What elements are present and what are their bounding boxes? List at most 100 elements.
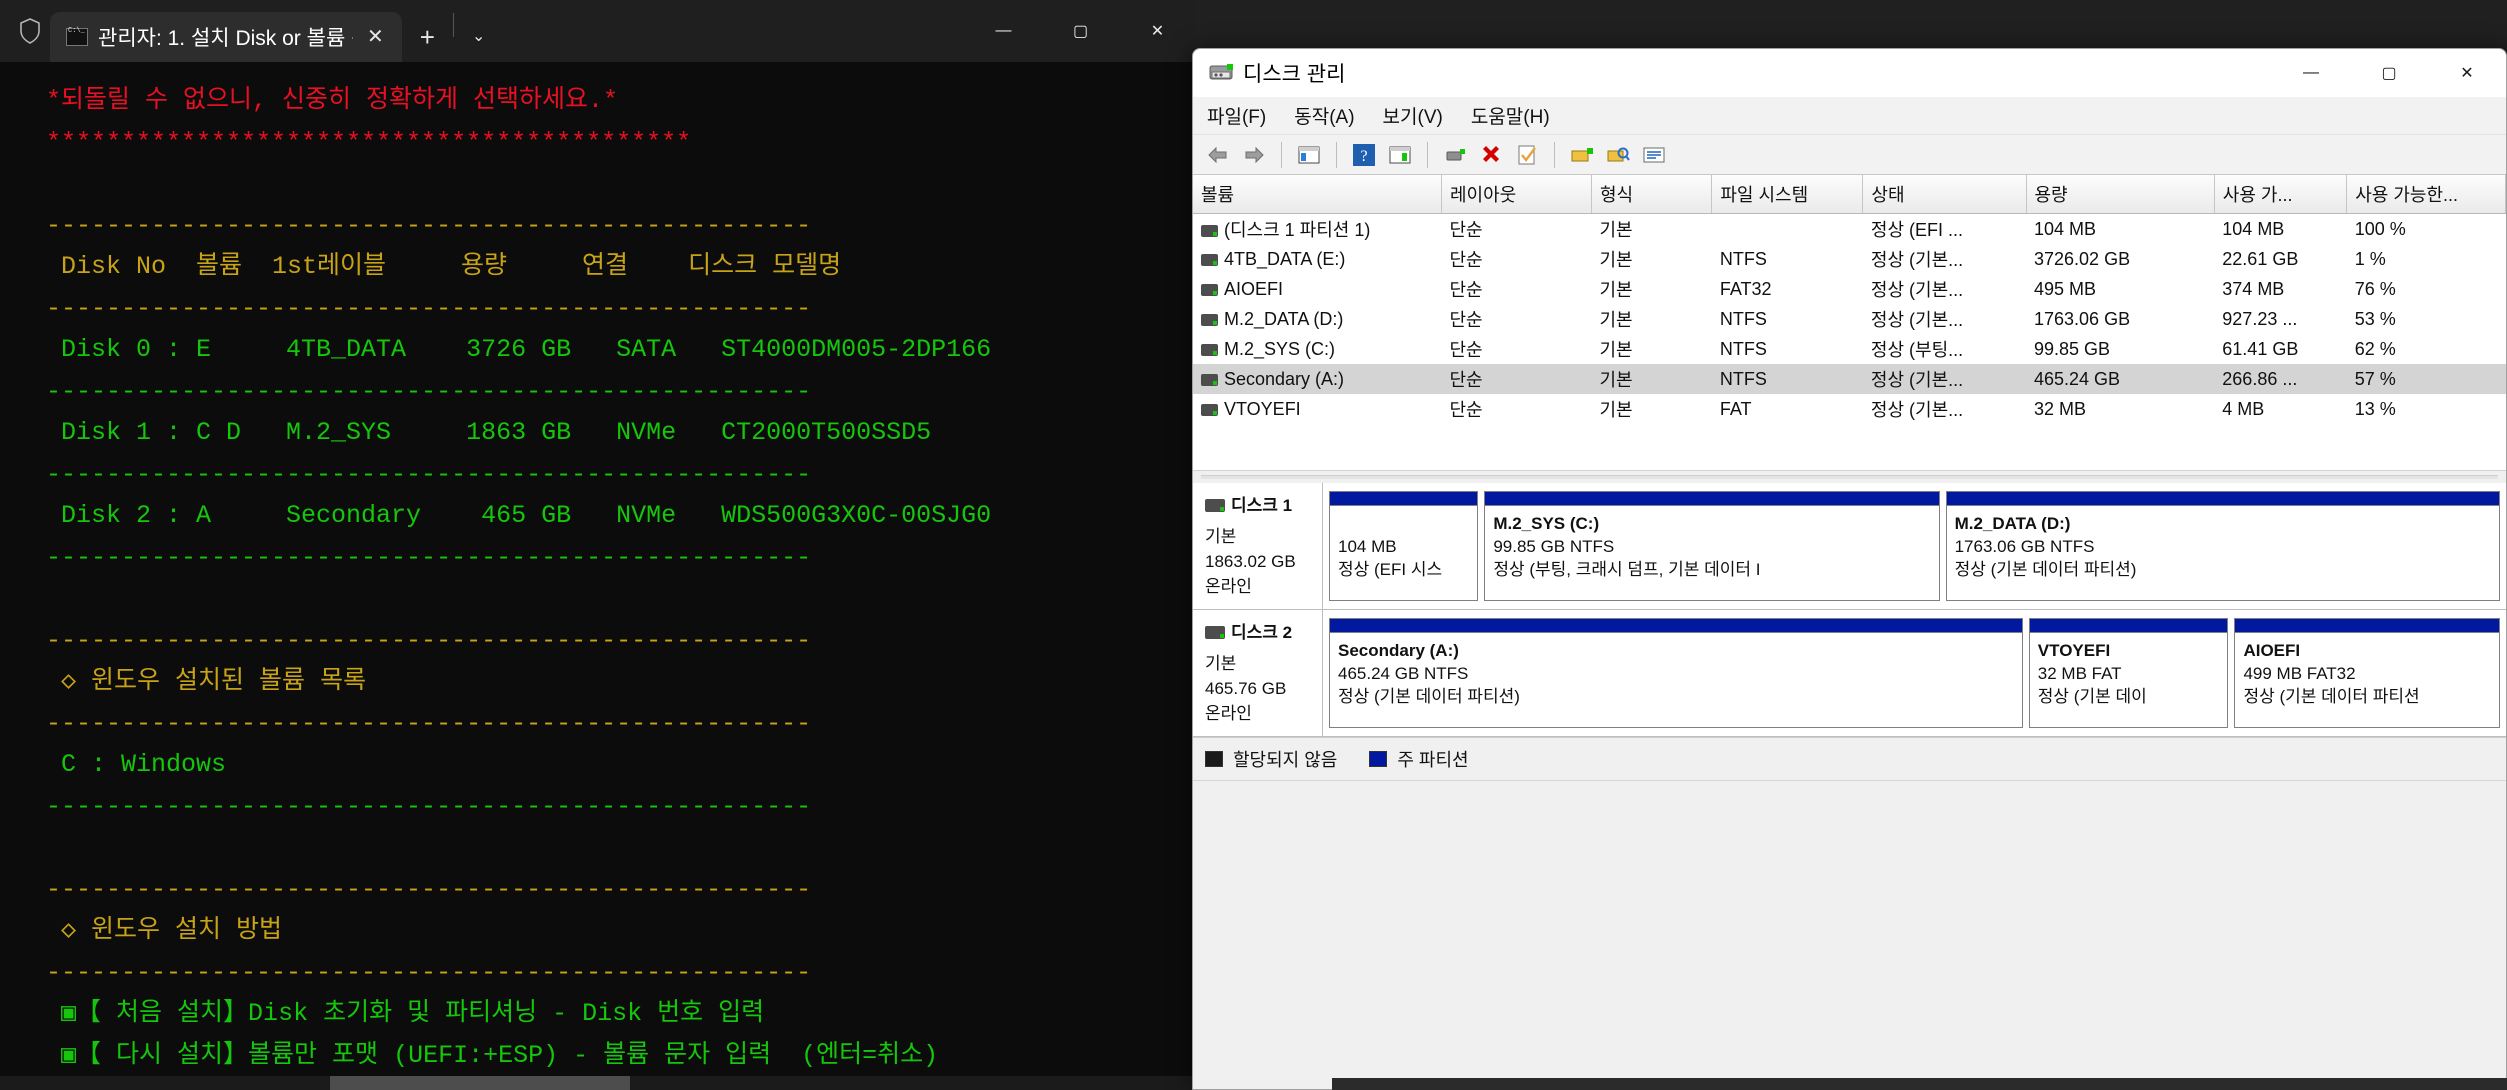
terminal-line: ◇ 윈도우 설치된 볼륨 목록 xyxy=(46,667,367,696)
divider xyxy=(1281,141,1282,168)
table-row[interactable]: (디스크 1 파티션 1) 단순 기본 정상 (EFI ... 104 MB 104 MB… xyxy=(1193,214,2506,245)
column-header[interactable]: 레이아웃 xyxy=(1441,175,1592,214)
table-row[interactable]: 4TB_DATA (E:) 단순 기본 NTFS 정상 (기본... 3726.02 GB… xyxy=(1193,244,2506,274)
legend-swatch-unalloc xyxy=(1205,751,1223,767)
pane-splitter[interactable] xyxy=(1193,471,2506,483)
legend-label: 주 파티션 xyxy=(1397,750,1469,770)
help-icon[interactable]: ? xyxy=(1349,140,1379,170)
partition-block[interactable]: 104 MB 정상 (EFI 시스 xyxy=(1329,491,1479,601)
list-icon[interactable] xyxy=(1639,140,1669,170)
column-header[interactable]: 사용 가능한... xyxy=(2346,175,2506,214)
minimize-button[interactable]: — xyxy=(965,0,1042,62)
table-header-row[interactable]: 볼륨 레이아웃 형식 파일 시스템 상태 용량 사용 가... 사용 가능한... xyxy=(1193,175,2506,214)
volume-name-cell: M.2_SYS (C:) xyxy=(1193,334,1441,364)
close-icon[interactable]: ✕ xyxy=(363,27,388,47)
properties-icon[interactable] xyxy=(1440,140,1470,170)
column-header[interactable]: 사용 가... xyxy=(2214,175,2348,214)
partition-line-0: VTOYEFI xyxy=(2037,641,2111,660)
cell-capacity: 1763.06 GB xyxy=(2034,308,2131,329)
table-row[interactable]: AIOEFI 단순 기본 FAT32 정상 (기본... 495 MB 374 MB 76 % xyxy=(1193,274,2506,304)
cell-free: 4 MB xyxy=(2222,398,2265,419)
maximize-button[interactable]: ▢ xyxy=(2350,49,2428,97)
menu-item-3[interactable]: 도움말(H) xyxy=(1471,102,1550,129)
column-header[interactable]: 볼륨 xyxy=(1193,175,1442,214)
disk-management-window: 디스크 관리 — ▢ ✕ 파일(F) 동작(A) 보기(V) 도움말(H) ? xyxy=(1192,48,2507,1090)
disk-info[interactable]: 디스크 2 기본 465.76 GB 온라인 xyxy=(1193,610,1323,736)
new-volume-icon[interactable] xyxy=(1567,140,1597,170)
table-row[interactable]: Secondary (A:) 단순 기본 NTFS 정상 (기본... 465.24 GB… xyxy=(1193,364,2506,394)
column-header[interactable]: 형식 xyxy=(1591,175,1713,214)
terminal-line: ----------------------------------------… xyxy=(46,957,812,987)
menu-item-0[interactable]: 파일(F) xyxy=(1207,102,1266,129)
cell-status: 정상 (기본... xyxy=(1870,250,1964,270)
terminal-line: ----------------------------------------… xyxy=(46,210,812,240)
partition-color-bar xyxy=(1330,619,2022,633)
disk-graphical-view[interactable]: 디스크 1 기본 1863.02 GB 온라인 104 MB 정상 (EFI 시스 M.2… xyxy=(1193,483,2506,737)
up-level-icon[interactable] xyxy=(1294,140,1324,170)
partition-block[interactable]: AIOEFI 499 MB FAT32 정상 (기본 데이터 파티션 xyxy=(2234,618,2500,728)
cell-fs: FAT32 xyxy=(1719,278,1772,299)
terminal-horizontal-scrollbar[interactable] xyxy=(0,1076,1196,1090)
delete-icon[interactable] xyxy=(1476,140,1506,170)
table-row[interactable]: M.2_SYS (C:) 단순 기본 NTFS 정상 (부팅... 99.85 GB 61.… xyxy=(1193,334,2506,364)
chevron-down-icon[interactable]: ⌄ xyxy=(454,12,503,62)
column-header[interactable]: 상태 xyxy=(1862,175,2027,214)
volume-label: VTOYEFI xyxy=(1224,398,1301,419)
cell-layout: 단순 xyxy=(1441,364,1592,394)
column-header[interactable]: 파일 시스템 xyxy=(1711,175,1864,214)
terminal-line: ----------------------------------------… xyxy=(46,376,812,406)
partition-text: AIOEFI 499 MB FAT32 정상 (기본 데이터 파티션 xyxy=(2235,633,2499,714)
show-pane-icon[interactable] xyxy=(1385,140,1415,170)
cell-type: 기본 xyxy=(1599,400,1633,420)
inspect-icon[interactable] xyxy=(1603,140,1633,170)
disk-row[interactable]: 디스크 1 기본 1863.02 GB 온라인 104 MB 정상 (EFI 시스 M.2… xyxy=(1193,483,2506,610)
cell-type: 기본 xyxy=(1599,220,1633,240)
terminal-line: Disk 1 : C D M.2_SYS 1863 GB NVMe CT2000… xyxy=(46,418,932,447)
partition-text: M.2_DATA (D:) 1763.06 GB NTFS 정상 (기본 데이터 파… xyxy=(1947,506,2499,587)
minimize-button[interactable]: — xyxy=(2272,49,2350,97)
partition-line-0: M.2_DATA (D:) xyxy=(1954,514,2071,533)
menu-item-2[interactable]: 보기(V) xyxy=(1383,102,1443,129)
partition-color-bar xyxy=(1330,492,1478,506)
cell-capacity: 465.24 GB xyxy=(2026,364,2215,394)
disk-row[interactable]: 디스크 2 기본 465.76 GB 온라인 Secondary (A:) 465.24 … xyxy=(1193,610,2506,737)
check-icon[interactable] xyxy=(1512,140,1542,170)
disk-icon xyxy=(1205,626,1225,639)
terminal-output[interactable]: *되돌릴 수 없으니, 신중히 정확하게 선택하세요.* ************… xyxy=(0,62,1196,1090)
close-button[interactable]: ✕ xyxy=(1119,0,1196,62)
partition-block[interactable]: M.2_DATA (D:) 1763.06 GB NTFS 정상 (기본 데이터 파… xyxy=(1945,491,2500,601)
table-body[interactable]: (디스크 1 파티션 1) 단순 기본 정상 (EFI ... 104 MB 104 MB… xyxy=(1193,214,2506,425)
maximize-button[interactable]: ▢ xyxy=(1042,0,1119,62)
partition-line-2: 정상 (기본 데이터 파티션) xyxy=(1954,560,2137,579)
terminal-tab[interactable]: 관리자: 1. 설치 Disk or 볼륨 선 ✕ xyxy=(50,12,402,62)
forward-arrow-icon[interactable] xyxy=(1239,140,1269,170)
cell-pct: 1 % xyxy=(2354,248,2386,269)
terminal-line: *되돌릴 수 없으니, 신중히 정확하게 선택하세요.* xyxy=(46,86,619,115)
close-button[interactable]: ✕ xyxy=(2428,49,2506,97)
partition-block[interactable]: VTOYEFI 32 MB FAT 정상 (기본 데이 xyxy=(2028,618,2229,728)
terminal-line: C : Windows xyxy=(46,750,227,779)
divider xyxy=(1427,141,1428,168)
partition-line-1: 104 MB xyxy=(1338,537,1397,556)
cell-status: 정상 (기본... xyxy=(1862,364,2026,394)
volume-name-cell: (디스크 1 파티션 1) xyxy=(1193,214,1441,245)
table-row[interactable]: M.2_DATA (D:) 단순 기본 NTFS 정상 (기본... 1763.06 GB… xyxy=(1193,304,2506,334)
terminal-line: ----------------------------------------… xyxy=(46,708,812,738)
terminal-line: ----------------------------------------… xyxy=(46,459,812,489)
table-row[interactable]: VTOYEFI 단순 기본 FAT 정상 (기본... 32 MB 4 MB 13 % xyxy=(1193,394,2506,424)
partition-block[interactable]: Secondary (A:) 465.24 GB NTFS 정상 (기본 데이터 파… xyxy=(1329,618,2023,728)
column-header[interactable]: 용량 xyxy=(2026,175,2215,214)
disk-info[interactable]: 디스크 1 기본 1863.02 GB 온라인 xyxy=(1193,483,1323,609)
volume-label: 4TB_DATA (E:) xyxy=(1224,248,1346,269)
partition-block[interactable]: M.2_SYS (C:) 99.85 GB NTFS 정상 (부팅, 크래시 덤프,… xyxy=(1484,491,1940,601)
partition-line-0: Secondary (A:) xyxy=(1338,641,1459,660)
menu-item-1[interactable]: 동작(A) xyxy=(1294,102,1354,129)
new-tab-button[interactable]: + xyxy=(402,12,453,62)
back-arrow-icon[interactable] xyxy=(1203,140,1233,170)
volume-list-pane[interactable]: 볼륨 레이아웃 형식 파일 시스템 상태 용량 사용 가... 사용 가능한... (디스크 … xyxy=(1193,175,2506,471)
partition-line-2: 정상 (부팅, 크래시 덤프, 기본 데이터 I xyxy=(1493,560,1761,579)
volume-name-cell: AIOEFI xyxy=(1193,274,1441,304)
terminal-line: ▣【 다시 설치】볼륨만 포맷 (UEFI:+ESP) - 볼륨 문자 입력 (… xyxy=(46,1040,939,1070)
